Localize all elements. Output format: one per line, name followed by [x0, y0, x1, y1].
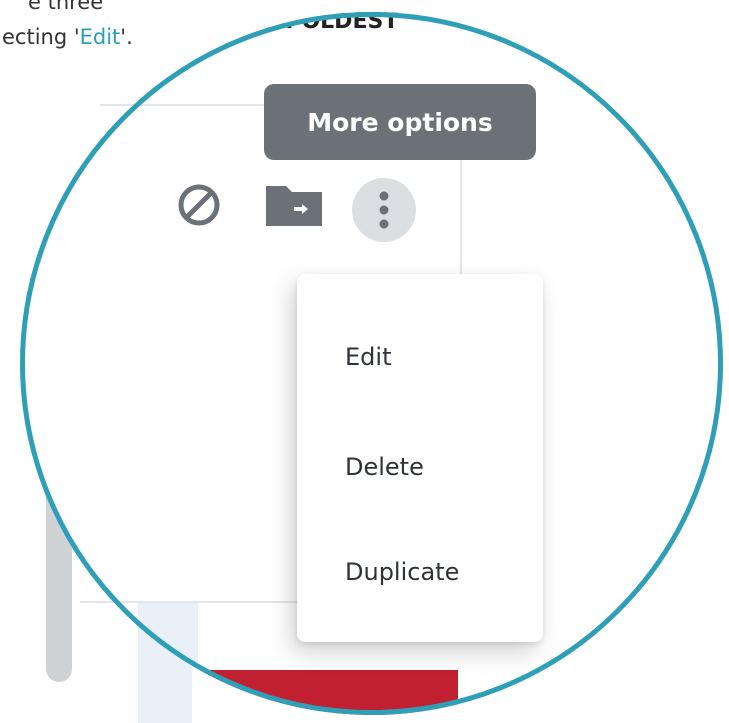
menu-item-edit[interactable]: Edit [345, 343, 391, 371]
more-vert-icon[interactable] [352, 178, 416, 242]
side-panel [138, 603, 198, 715]
more-options-tooltip: More options [264, 84, 536, 160]
folder-move-icon[interactable] [262, 182, 326, 230]
sort-order-label: : OLDEST [285, 12, 399, 34]
red-banner [196, 670, 458, 715]
menu-item-duplicate[interactable]: Duplicate [345, 558, 459, 586]
block-icon[interactable] [176, 182, 222, 228]
magnifier-lens: : OLDEST More options Edit Delete Duplic… [20, 12, 723, 715]
menu-item-delete[interactable]: Delete [345, 453, 424, 481]
